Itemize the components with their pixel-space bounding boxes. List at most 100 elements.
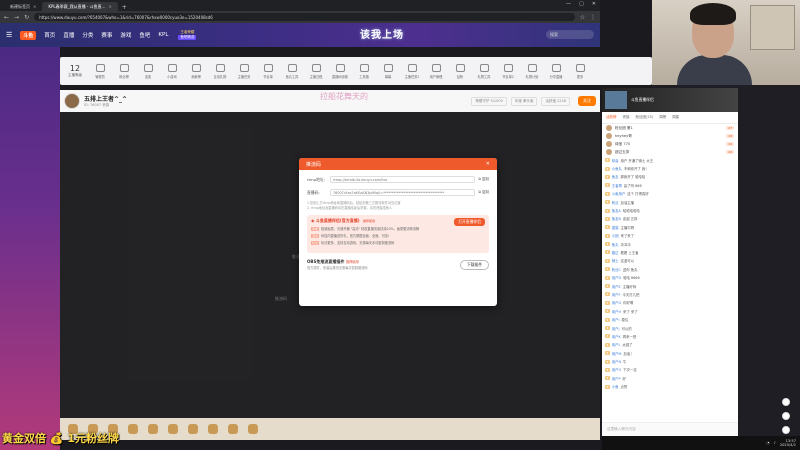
hamburger-icon[interactable]: ☰ <box>6 31 12 39</box>
chat-username[interactable]: 用户J <box>612 326 620 331</box>
nav-fishbar[interactable]: 鱼吧 <box>139 31 150 39</box>
rank-item[interactable]: 绿宝 770 10 <box>602 140 738 148</box>
float-action-icon[interactable] <box>782 426 790 434</box>
chat-username[interactable]: 小鱼 <box>612 384 619 389</box>
toolbar-tool[interactable]: 节目单2 <box>498 63 518 79</box>
follow-button[interactable]: 关注 <box>578 96 596 106</box>
chat-message[interactable]: ♦ 用户N 牛 <box>605 357 735 365</box>
chat-message[interactable]: ♦ 用户I 稳住 <box>605 315 735 323</box>
chat-message[interactable]: ♦ 鱼友B 走起 五排 <box>605 215 735 223</box>
browser-tab-1[interactable]: 新建标签页 ✕ <box>4 2 42 11</box>
avatar[interactable] <box>64 93 80 109</box>
close-icon[interactable]: ✕ <box>108 4 111 9</box>
chat-message[interactable]: ♦ 用户G 你好啊 <box>605 299 735 307</box>
toolbar-tool[interactable]: 礼物计划 <box>522 63 542 79</box>
toolbar-tool[interactable]: 互动礼物 <box>210 63 230 79</box>
chat-message[interactable]: ♦ 用户O 下次一定 <box>605 366 735 374</box>
chat-username[interactable]: 鱼友 <box>612 174 619 179</box>
chat-message[interactable]: ♦ 粉丝 加油主播 <box>605 198 735 206</box>
chat-message[interactable]: ♦ 骑士 这波可以 <box>605 257 735 265</box>
chat-message[interactable]: ♦ 用户H 来了 来了 <box>605 307 735 315</box>
nav-live[interactable]: 直播 <box>63 31 74 39</box>
chat-username[interactable]: 用户I <box>612 317 620 322</box>
toolbar-tool[interactable]: 礼物工具 <box>474 63 494 79</box>
panel-tab[interactable]: 活跃榜 <box>606 115 617 120</box>
panel-tab[interactable]: 粉丝团(25) <box>636 115 654 120</box>
rank-item[interactable]: 超过五排 26 <box>602 148 738 156</box>
nav-events[interactable]: 赛事 <box>101 31 112 39</box>
chat-username[interactable]: 用户E <box>612 284 621 289</box>
chat-message[interactable]: ♦ 鱼丸 冲冲冲 <box>605 240 735 248</box>
download-plugin-button[interactable]: 下载插件 <box>459 259 489 270</box>
chat-username[interactable]: 用户O <box>612 367 621 372</box>
toolbar-tool[interactable]: 分享直播 <box>546 63 566 79</box>
gift-icon[interactable] <box>188 424 198 434</box>
toolbar-tool[interactable]: 用户管理 <box>426 63 446 79</box>
chat-message[interactable]: ♦ 用户E 主播好帅 <box>605 282 735 290</box>
chat-username[interactable]: 小鱼丸 <box>612 166 622 171</box>
chat-message[interactable]: ♦ 小鱼 点赞 <box>605 383 735 391</box>
chat-message[interactable]: ♦ 小团 来了来了 <box>605 232 735 240</box>
panel-tab[interactable]: 周榜 <box>659 115 666 120</box>
close-window-icon[interactable]: ✕ <box>592 1 596 7</box>
site-search-input[interactable]: 搜索 <box>546 30 594 39</box>
chat-username[interactable]: 用户G <box>612 300 621 305</box>
chat-username[interactable]: 恭喜 <box>612 158 619 163</box>
stat-annual[interactable]: 年度 拳头版 <box>510 96 538 106</box>
open-companion-button[interactable]: 打开直播伴侣 <box>454 218 485 226</box>
chat-message[interactable]: ♦ 小鱼丸 不和你开了 我！ <box>605 164 735 172</box>
minimize-icon[interactable]: — <box>566 1 571 7</box>
chat-username[interactable]: 用户H <box>612 309 621 314</box>
panel-tab[interactable]: 周星 <box>672 115 679 120</box>
chat-message[interactable]: ♦ 猫猫 主播牛啊 <box>605 223 735 231</box>
chat-message[interactable]: ♦ 用户J 可以的 <box>605 324 735 332</box>
chat-username[interactable]: 路过 <box>612 250 619 255</box>
float-action-icon[interactable] <box>782 398 790 406</box>
gift-icon[interactable] <box>168 424 178 434</box>
chat-message[interactable]: ♦ 用户P 好 <box>605 374 735 382</box>
gift-icon[interactable] <box>208 424 218 434</box>
gift-icon[interactable] <box>128 424 138 434</box>
panel-tab[interactable]: 贵族 <box>623 115 630 120</box>
chat-username[interactable]: 用户F <box>612 292 621 297</box>
chat-message[interactable]: ♦ 王者哥 赢了吗 666 <box>605 181 735 189</box>
toolbar-tool[interactable]: 直播间设置 <box>330 63 350 79</box>
chat-username[interactable]: 用户K <box>612 334 621 339</box>
chat-message[interactable]: ♦ 粉丝C 送你 鱼丸 <box>605 265 735 273</box>
stat-guard[interactable]: 荣耀守护 5/1000 <box>471 96 507 106</box>
chat-username[interactable]: 粉丝 <box>612 200 619 205</box>
toolbar-tool[interactable]: 粉丝榜 <box>114 63 134 79</box>
chat-username[interactable]: 粉丝C <box>612 267 621 272</box>
toolbar-tool[interactable]: 主播任务 <box>234 63 254 79</box>
level-indicator[interactable]: 12 主播等级 <box>64 64 86 78</box>
toolbar-tool[interactable]: 工具箱 <box>354 63 374 79</box>
toolbar-tool[interactable]: 管理员 <box>90 63 110 79</box>
toolbar-tool[interactable]: 弹幕 <box>378 63 398 79</box>
back-icon[interactable]: ← <box>4 14 9 21</box>
chat-username[interactable]: 小团 <box>612 233 619 238</box>
toolbar-tool[interactable]: 更多 <box>570 63 590 79</box>
chat-message[interactable]: ♦ 用户L 太强了 <box>605 341 735 349</box>
stat-activity[interactable]: 活跃值 2228 <box>541 96 570 106</box>
chat-message[interactable]: ♦ 鱼友A 哈哈哈哈哈 <box>605 206 735 214</box>
copy-key-button[interactable]: ⧉ 复制 <box>478 190 489 195</box>
float-action-icon[interactable] <box>782 412 790 420</box>
chat-username[interactable]: 用户P <box>612 376 621 381</box>
chat-input[interactable]: 这里输入聊天内容 <box>602 422 738 436</box>
star-icon[interactable]: ☆ <box>580 14 585 21</box>
gift-icon[interactable] <box>248 424 258 434</box>
clock[interactable]: 13:57 2025/4/1 <box>780 439 796 448</box>
rtmp-field[interactable]: rtmp://sendtc3a.douyu.com/live <box>330 176 476 183</box>
chat-message[interactable]: ♦ 用户F 今天打几把 <box>605 290 735 298</box>
copy-rtmp-button[interactable]: ⧉ 复制 <box>478 177 489 182</box>
toolbar-tool[interactable]: 鱼丸工具 <box>282 63 302 79</box>
chat-username[interactable]: 骑士 <box>612 258 619 263</box>
toolbar-tool[interactable]: 主播日程 <box>306 63 326 79</box>
chat-username[interactable]: 猫猫 <box>612 225 619 230</box>
volume-icon[interactable]: ♪ <box>774 441 776 445</box>
chat-username[interactable]: 用户M <box>612 351 622 356</box>
chat-message[interactable]: ♦ 用户M 加油！ <box>605 349 735 357</box>
chat-username[interactable]: 王者哥 <box>612 183 622 188</box>
new-tab-icon[interactable]: + <box>122 4 127 11</box>
chat-username[interactable]: 鱼友B <box>612 216 621 221</box>
